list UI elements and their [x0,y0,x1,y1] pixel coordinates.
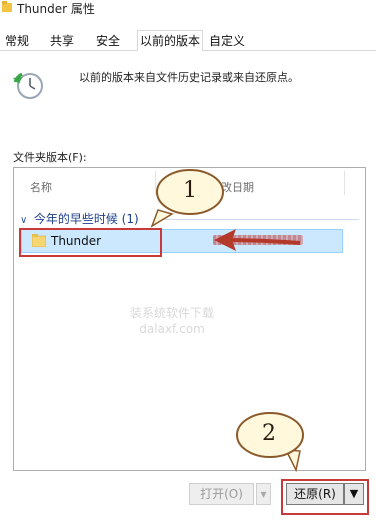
title-bar: Thunder 属性 [0,0,376,16]
group-header-label: 今年的早些时候 (1) [33,212,139,226]
group-divider [154,219,359,220]
folder-versions-label: 文件夹版本(F): [13,151,87,164]
window-title: Thunder 属性 [17,2,95,16]
tab-general[interactable]: 常规 [2,33,32,51]
tab-sharing[interactable]: 共享 [47,33,77,51]
group-header-earlier-this-year[interactable]: ∨ 今年的早些时候 (1) [20,210,139,227]
callout-number-1: 1 [183,178,197,203]
watermark: 装系统软件下载 dalaxf.com [130,305,214,337]
tab-security[interactable]: 安全 [93,33,123,51]
chevron-down-icon[interactable]: ∨ [20,215,30,226]
highlight-box-restore-button [281,479,369,515]
column-header-date[interactable]: 改日期 [221,179,254,195]
highlight-box-thunder-row [19,228,162,257]
open-dropdown-button[interactable]: ▾ [256,483,271,505]
tab-previous-versions[interactable]: 以前的版本 [137,30,203,52]
open-button[interactable]: 打开(O) [189,483,254,505]
tab-customize[interactable]: 自定义 [207,33,247,51]
version-row-date-redacted [213,235,303,245]
tab-bar: 常规 共享 安全 以前的版本 自定义 [0,30,376,52]
watermark-line: 装系统软件下载 [130,306,215,320]
restore-clock-icon [13,72,43,99]
watermark-line: dalaxf.com [139,322,205,336]
callout-number-2: 2 [262,421,276,446]
column-header-name[interactable]: 名称 [30,179,52,195]
folder-icon [2,1,12,12]
intro-text: 以前的版本来自文件历史记录或来自还原点。 [79,71,299,84]
column-divider[interactable] [155,171,156,195]
column-divider[interactable] [344,171,345,195]
